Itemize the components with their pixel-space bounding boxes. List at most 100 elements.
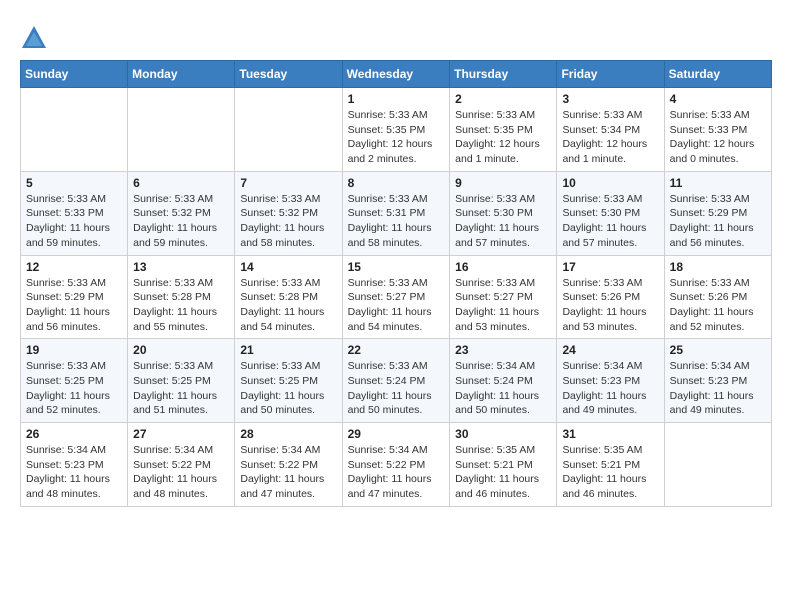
- day-info: Sunrise: 5:33 AM Sunset: 5:32 PM Dayligh…: [240, 192, 336, 251]
- day-info: Sunrise: 5:33 AM Sunset: 5:25 PM Dayligh…: [26, 359, 122, 418]
- logo: [20, 24, 52, 52]
- day-info: Sunrise: 5:33 AM Sunset: 5:30 PM Dayligh…: [455, 192, 551, 251]
- calendar-cell: [128, 88, 235, 172]
- calendar-cell: 15Sunrise: 5:33 AM Sunset: 5:27 PM Dayli…: [342, 255, 450, 339]
- day-info: Sunrise: 5:33 AM Sunset: 5:31 PM Dayligh…: [348, 192, 445, 251]
- day-of-week-header: Saturday: [664, 61, 771, 88]
- calendar-cell: 30 Sunrise: 5:35 AM Sunset: 5:21 PM Dayli…: [450, 423, 557, 507]
- calendar-week-row: 12 Sunrise: 5:33 AM Sunset: 5:29 PM Dayli…: [21, 255, 772, 339]
- calendar-week-row: 1 Sunrise: 5:33 AM Sunset: 5:35 PM Daylig…: [21, 88, 772, 172]
- day-info: Sunrise: 5:35 AM Sunset: 5:21 PM Dayligh…: [455, 443, 551, 502]
- calendar-week-row: 5 Sunrise: 5:33 AM Sunset: 5:33 PM Daylig…: [21, 171, 772, 255]
- calendar-cell: 29 Sunrise: 5:34 AM Sunset: 5:22 PM Dayli…: [342, 423, 450, 507]
- day-number: 17: [562, 260, 658, 274]
- calendar-cell: 20 Sunrise: 5:33 AM Sunset: 5:25 PM Dayli…: [128, 339, 235, 423]
- day-number: 7: [240, 176, 336, 190]
- calendar-cell: 24 Sunrise: 5:34 AM Sunset: 5:23 PM Dayli…: [557, 339, 664, 423]
- calendar-cell: 28Sunrise: 5:34 AM Sunset: 5:22 PM Dayli…: [235, 423, 342, 507]
- day-info: Sunrise: 5:33 AM Sunset: 5:28 PM Dayligh…: [133, 276, 229, 335]
- day-number: 24: [562, 343, 658, 357]
- day-number: 3: [562, 92, 658, 106]
- day-number: 29: [348, 427, 445, 441]
- calendar-cell: [21, 88, 128, 172]
- day-info: Sunrise: 5:33 AM Sunset: 5:29 PM Dayligh…: [26, 276, 122, 335]
- calendar-cell: 12 Sunrise: 5:33 AM Sunset: 5:29 PM Dayli…: [21, 255, 128, 339]
- day-info: Sunrise: 5:34 AM Sunset: 5:22 PM Dayligh…: [133, 443, 229, 502]
- calendar-body: 1 Sunrise: 5:33 AM Sunset: 5:35 PM Daylig…: [21, 88, 772, 507]
- day-number: 16: [455, 260, 551, 274]
- calendar-cell: 26 Sunrise: 5:34 AM Sunset: 5:23 PM Dayli…: [21, 423, 128, 507]
- day-info: Sunrise: 5:34 AM Sunset: 5:23 PM Dayligh…: [26, 443, 122, 502]
- day-number: 9: [455, 176, 551, 190]
- day-number: 14: [240, 260, 336, 274]
- day-number: 26: [26, 427, 122, 441]
- calendar-cell: 11 Sunrise: 5:33 AM Sunset: 5:29 PM Dayli…: [664, 171, 771, 255]
- day-info: Sunrise: 5:33 AM Sunset: 5:35 PM Dayligh…: [455, 108, 551, 167]
- calendar-cell: 22Sunrise: 5:33 AM Sunset: 5:24 PM Dayli…: [342, 339, 450, 423]
- day-number: 19: [26, 343, 122, 357]
- day-of-week-header: Sunday: [21, 61, 128, 88]
- calendar-cell: [664, 423, 771, 507]
- day-number: 20: [133, 343, 229, 357]
- day-info: Sunrise: 5:33 AM Sunset: 5:28 PM Dayligh…: [240, 276, 336, 335]
- day-number: 1: [348, 92, 445, 106]
- day-number: 2: [455, 92, 551, 106]
- calendar-cell: 10Sunrise: 5:33 AM Sunset: 5:30 PM Dayli…: [557, 171, 664, 255]
- day-number: 13: [133, 260, 229, 274]
- day-number: 12: [26, 260, 122, 274]
- day-number: 6: [133, 176, 229, 190]
- day-info: Sunrise: 5:34 AM Sunset: 5:23 PM Dayligh…: [562, 359, 658, 418]
- calendar-week-row: 26 Sunrise: 5:34 AM Sunset: 5:23 PM Dayli…: [21, 423, 772, 507]
- calendar-cell: 19 Sunrise: 5:33 AM Sunset: 5:25 PM Dayli…: [21, 339, 128, 423]
- day-number: 30: [455, 427, 551, 441]
- day-info: Sunrise: 5:34 AM Sunset: 5:24 PM Dayligh…: [455, 359, 551, 418]
- day-number: 11: [670, 176, 766, 190]
- day-number: 5: [26, 176, 122, 190]
- calendar-cell: 9 Sunrise: 5:33 AM Sunset: 5:30 PM Daylig…: [450, 171, 557, 255]
- calendar-cell: 23 Sunrise: 5:34 AM Sunset: 5:24 PM Dayli…: [450, 339, 557, 423]
- day-info: Sunrise: 5:33 AM Sunset: 5:35 PM Dayligh…: [348, 108, 445, 167]
- day-info: Sunrise: 5:33 AM Sunset: 5:25 PM Dayligh…: [133, 359, 229, 418]
- day-number: 4: [670, 92, 766, 106]
- day-number: 10: [562, 176, 658, 190]
- header: [20, 20, 772, 52]
- calendar-cell: 16 Sunrise: 5:33 AM Sunset: 5:27 PM Dayli…: [450, 255, 557, 339]
- day-number: 21: [240, 343, 336, 357]
- calendar-cell: 14 Sunrise: 5:33 AM Sunset: 5:28 PM Dayli…: [235, 255, 342, 339]
- calendar-week-row: 19 Sunrise: 5:33 AM Sunset: 5:25 PM Dayli…: [21, 339, 772, 423]
- calendar-page: SundayMondayTuesdayWednesdayThursdayFrid…: [0, 0, 792, 517]
- calendar-cell: [235, 88, 342, 172]
- day-info: Sunrise: 5:33 AM Sunset: 5:24 PM Dayligh…: [348, 359, 445, 418]
- day-info: Sunrise: 5:33 AM Sunset: 5:34 PM Dayligh…: [562, 108, 658, 167]
- header-row: SundayMondayTuesdayWednesdayThursdayFrid…: [21, 61, 772, 88]
- calendar-cell: 27 Sunrise: 5:34 AM Sunset: 5:22 PM Dayli…: [128, 423, 235, 507]
- day-info: Sunrise: 5:33 AM Sunset: 5:26 PM Dayligh…: [562, 276, 658, 335]
- day-info: Sunrise: 5:34 AM Sunset: 5:23 PM Dayligh…: [670, 359, 766, 418]
- calendar-cell: 6Sunrise: 5:33 AM Sunset: 5:32 PM Daylig…: [128, 171, 235, 255]
- day-info: Sunrise: 5:33 AM Sunset: 5:27 PM Dayligh…: [455, 276, 551, 335]
- day-number: 31: [562, 427, 658, 441]
- calendar-cell: 5 Sunrise: 5:33 AM Sunset: 5:33 PM Daylig…: [21, 171, 128, 255]
- day-info: Sunrise: 5:33 AM Sunset: 5:29 PM Dayligh…: [670, 192, 766, 251]
- calendar-cell: 8 Sunrise: 5:33 AM Sunset: 5:31 PM Daylig…: [342, 171, 450, 255]
- day-info: Sunrise: 5:35 AM Sunset: 5:21 PM Dayligh…: [562, 443, 658, 502]
- day-number: 23: [455, 343, 551, 357]
- calendar-cell: 2 Sunrise: 5:33 AM Sunset: 5:35 PM Daylig…: [450, 88, 557, 172]
- calendar-cell: 1 Sunrise: 5:33 AM Sunset: 5:35 PM Daylig…: [342, 88, 450, 172]
- day-of-week-header: Thursday: [450, 61, 557, 88]
- day-info: Sunrise: 5:33 AM Sunset: 5:33 PM Dayligh…: [26, 192, 122, 251]
- calendar-cell: 3 Sunrise: 5:33 AM Sunset: 5:34 PM Daylig…: [557, 88, 664, 172]
- logo-icon: [20, 24, 48, 52]
- calendar-header: SundayMondayTuesdayWednesdayThursdayFrid…: [21, 61, 772, 88]
- day-info: Sunrise: 5:34 AM Sunset: 5:22 PM Dayligh…: [348, 443, 445, 502]
- calendar-cell: 31 Sunrise: 5:35 AM Sunset: 5:21 PM Dayli…: [557, 423, 664, 507]
- day-info: Sunrise: 5:33 AM Sunset: 5:25 PM Dayligh…: [240, 359, 336, 418]
- day-of-week-header: Monday: [128, 61, 235, 88]
- day-number: 8: [348, 176, 445, 190]
- day-info: Sunrise: 5:33 AM Sunset: 5:26 PM Dayligh…: [670, 276, 766, 335]
- day-number: 27: [133, 427, 229, 441]
- day-info: Sunrise: 5:33 AM Sunset: 5:27 PM Dayligh…: [348, 276, 445, 335]
- calendar-cell: 7 Sunrise: 5:33 AM Sunset: 5:32 PM Daylig…: [235, 171, 342, 255]
- day-number: 25: [670, 343, 766, 357]
- day-of-week-header: Friday: [557, 61, 664, 88]
